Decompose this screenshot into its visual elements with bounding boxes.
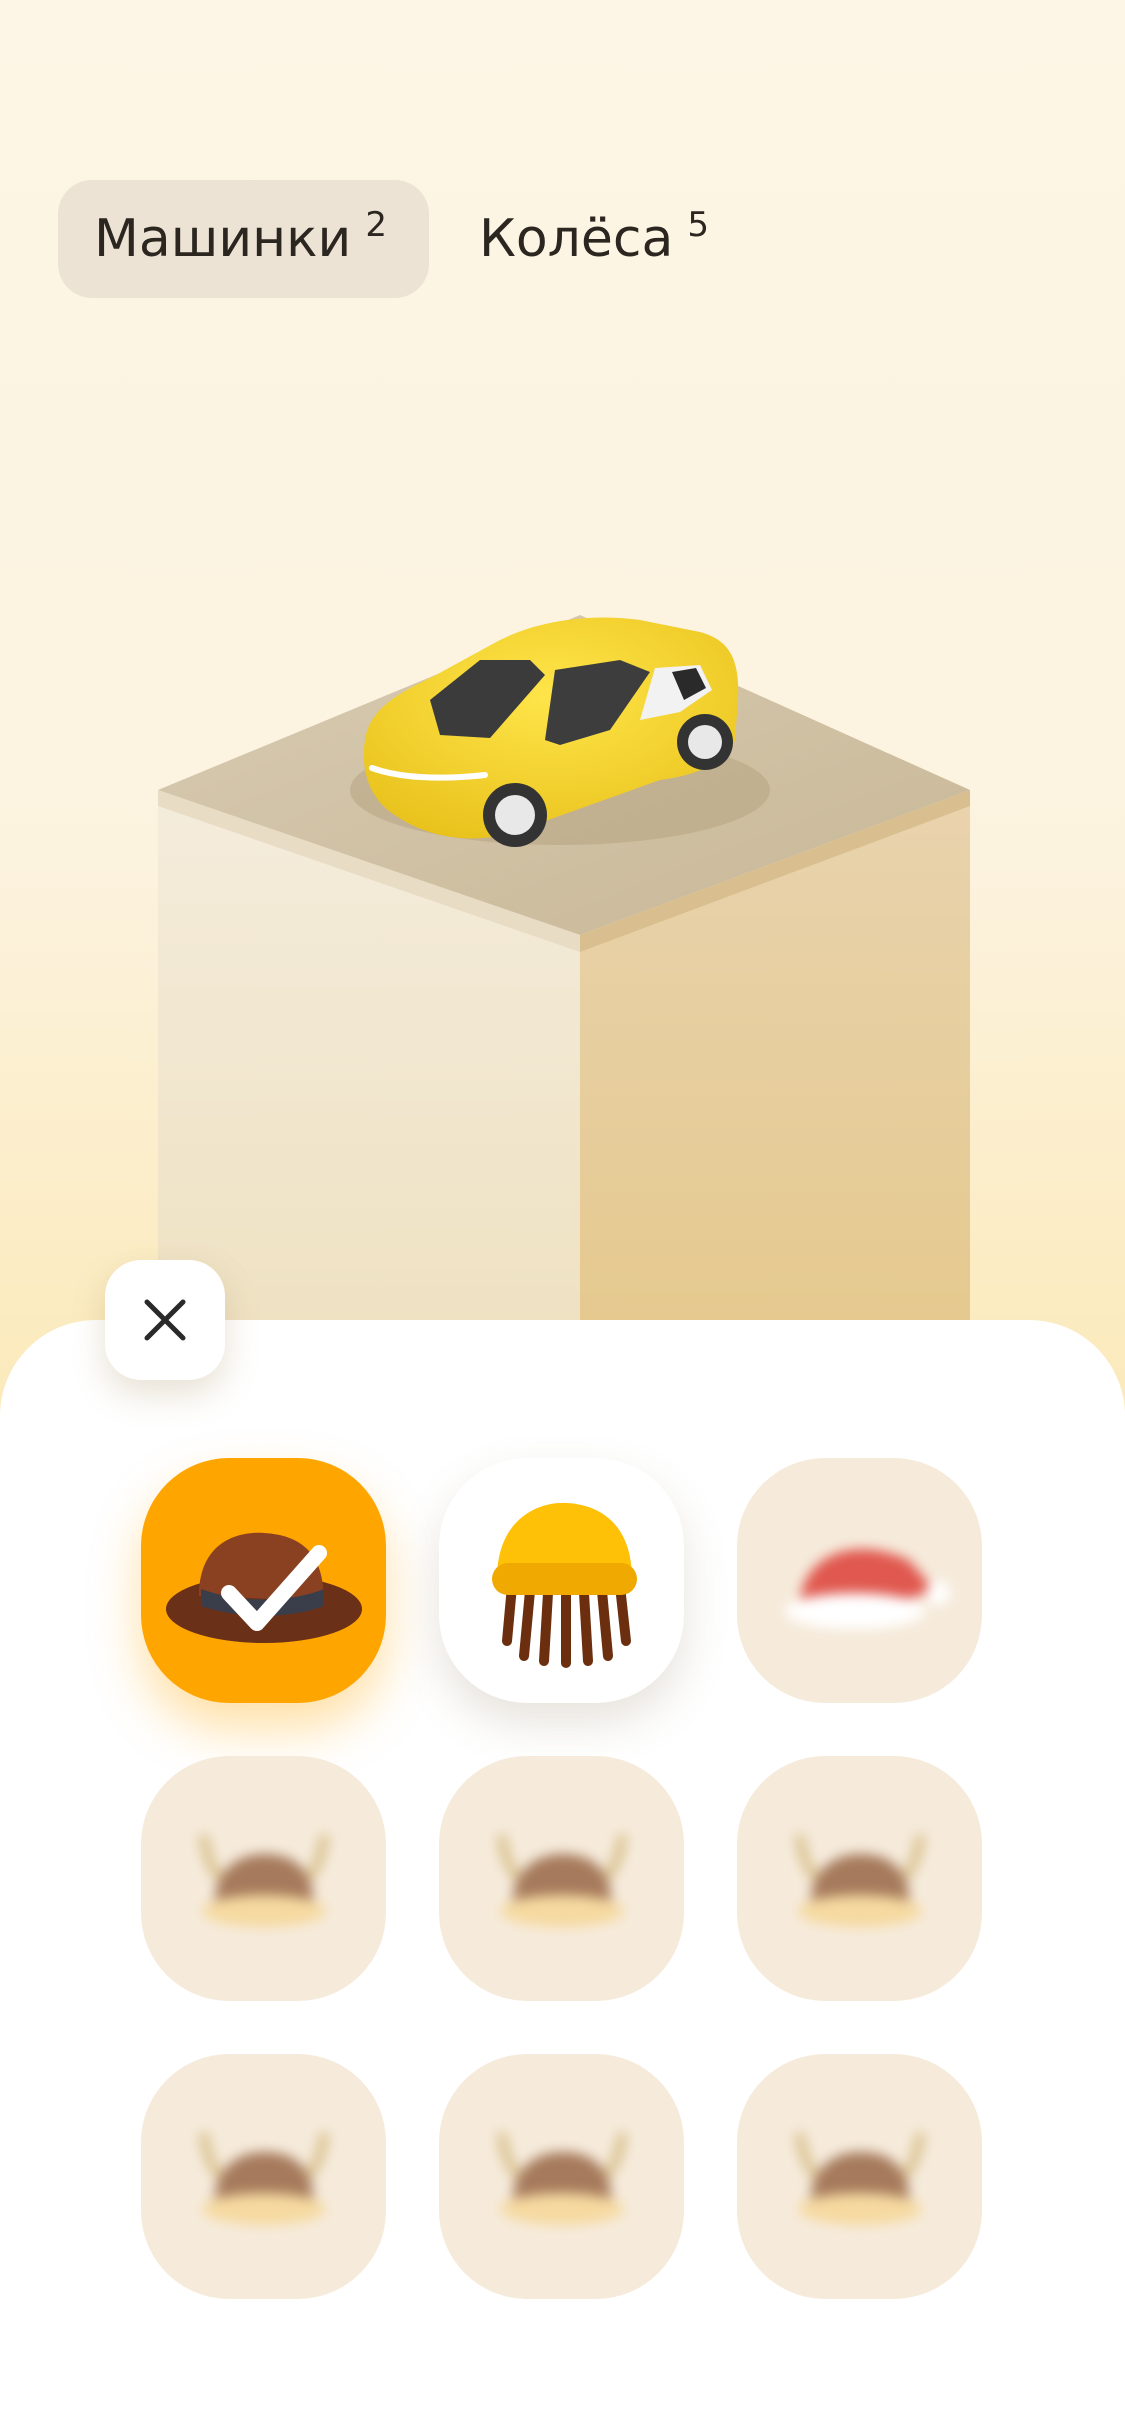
viking-helmet-icon: [496, 1833, 627, 1927]
accessory-tile-viking[interactable]: [737, 1756, 982, 2001]
car-scene: Машинки 2 Колёса 5: [0, 0, 1125, 1400]
tab-cars-label: Машинки: [94, 209, 352, 269]
viking-helmet-icon: [496, 2131, 627, 2225]
tab-wheels-count: 5: [687, 205, 710, 245]
accessory-tile-fedora[interactable]: [141, 1458, 386, 1703]
tab-wheels-label: Колёса: [478, 209, 674, 269]
accessory-tile-santa-hat[interactable]: [737, 1458, 982, 1703]
tab-cars[interactable]: Машинки 2: [58, 180, 429, 298]
accessory-tile-viking[interactable]: [141, 1756, 386, 2001]
accessory-grid: [141, 1458, 982, 2299]
fedora-icon: [165, 1532, 362, 1643]
accessory-tile-beanie[interactable]: [439, 1458, 684, 1703]
accessory-tile-viking[interactable]: [439, 1756, 684, 2001]
close-button[interactable]: [105, 1260, 225, 1380]
accessory-tile-viking[interactable]: [737, 2054, 982, 2299]
viking-helmet-icon: [198, 1833, 329, 1927]
accessory-tile-viking[interactable]: [141, 2054, 386, 2299]
tab-wheels[interactable]: Колёса 5: [429, 180, 751, 298]
tab-cars-count: 2: [365, 205, 387, 245]
beanie-icon: [491, 1502, 637, 1668]
category-tabs: Машинки 2 Колёса 5: [58, 180, 751, 298]
viking-helmet-icon: [198, 2131, 329, 2225]
accessory-tile-viking[interactable]: [439, 2054, 684, 2299]
viking-helmet-icon: [794, 1833, 925, 1927]
viking-helmet-icon: [794, 2131, 925, 2225]
close-icon: [144, 1299, 186, 1341]
santa-hat-icon: [784, 1548, 950, 1629]
